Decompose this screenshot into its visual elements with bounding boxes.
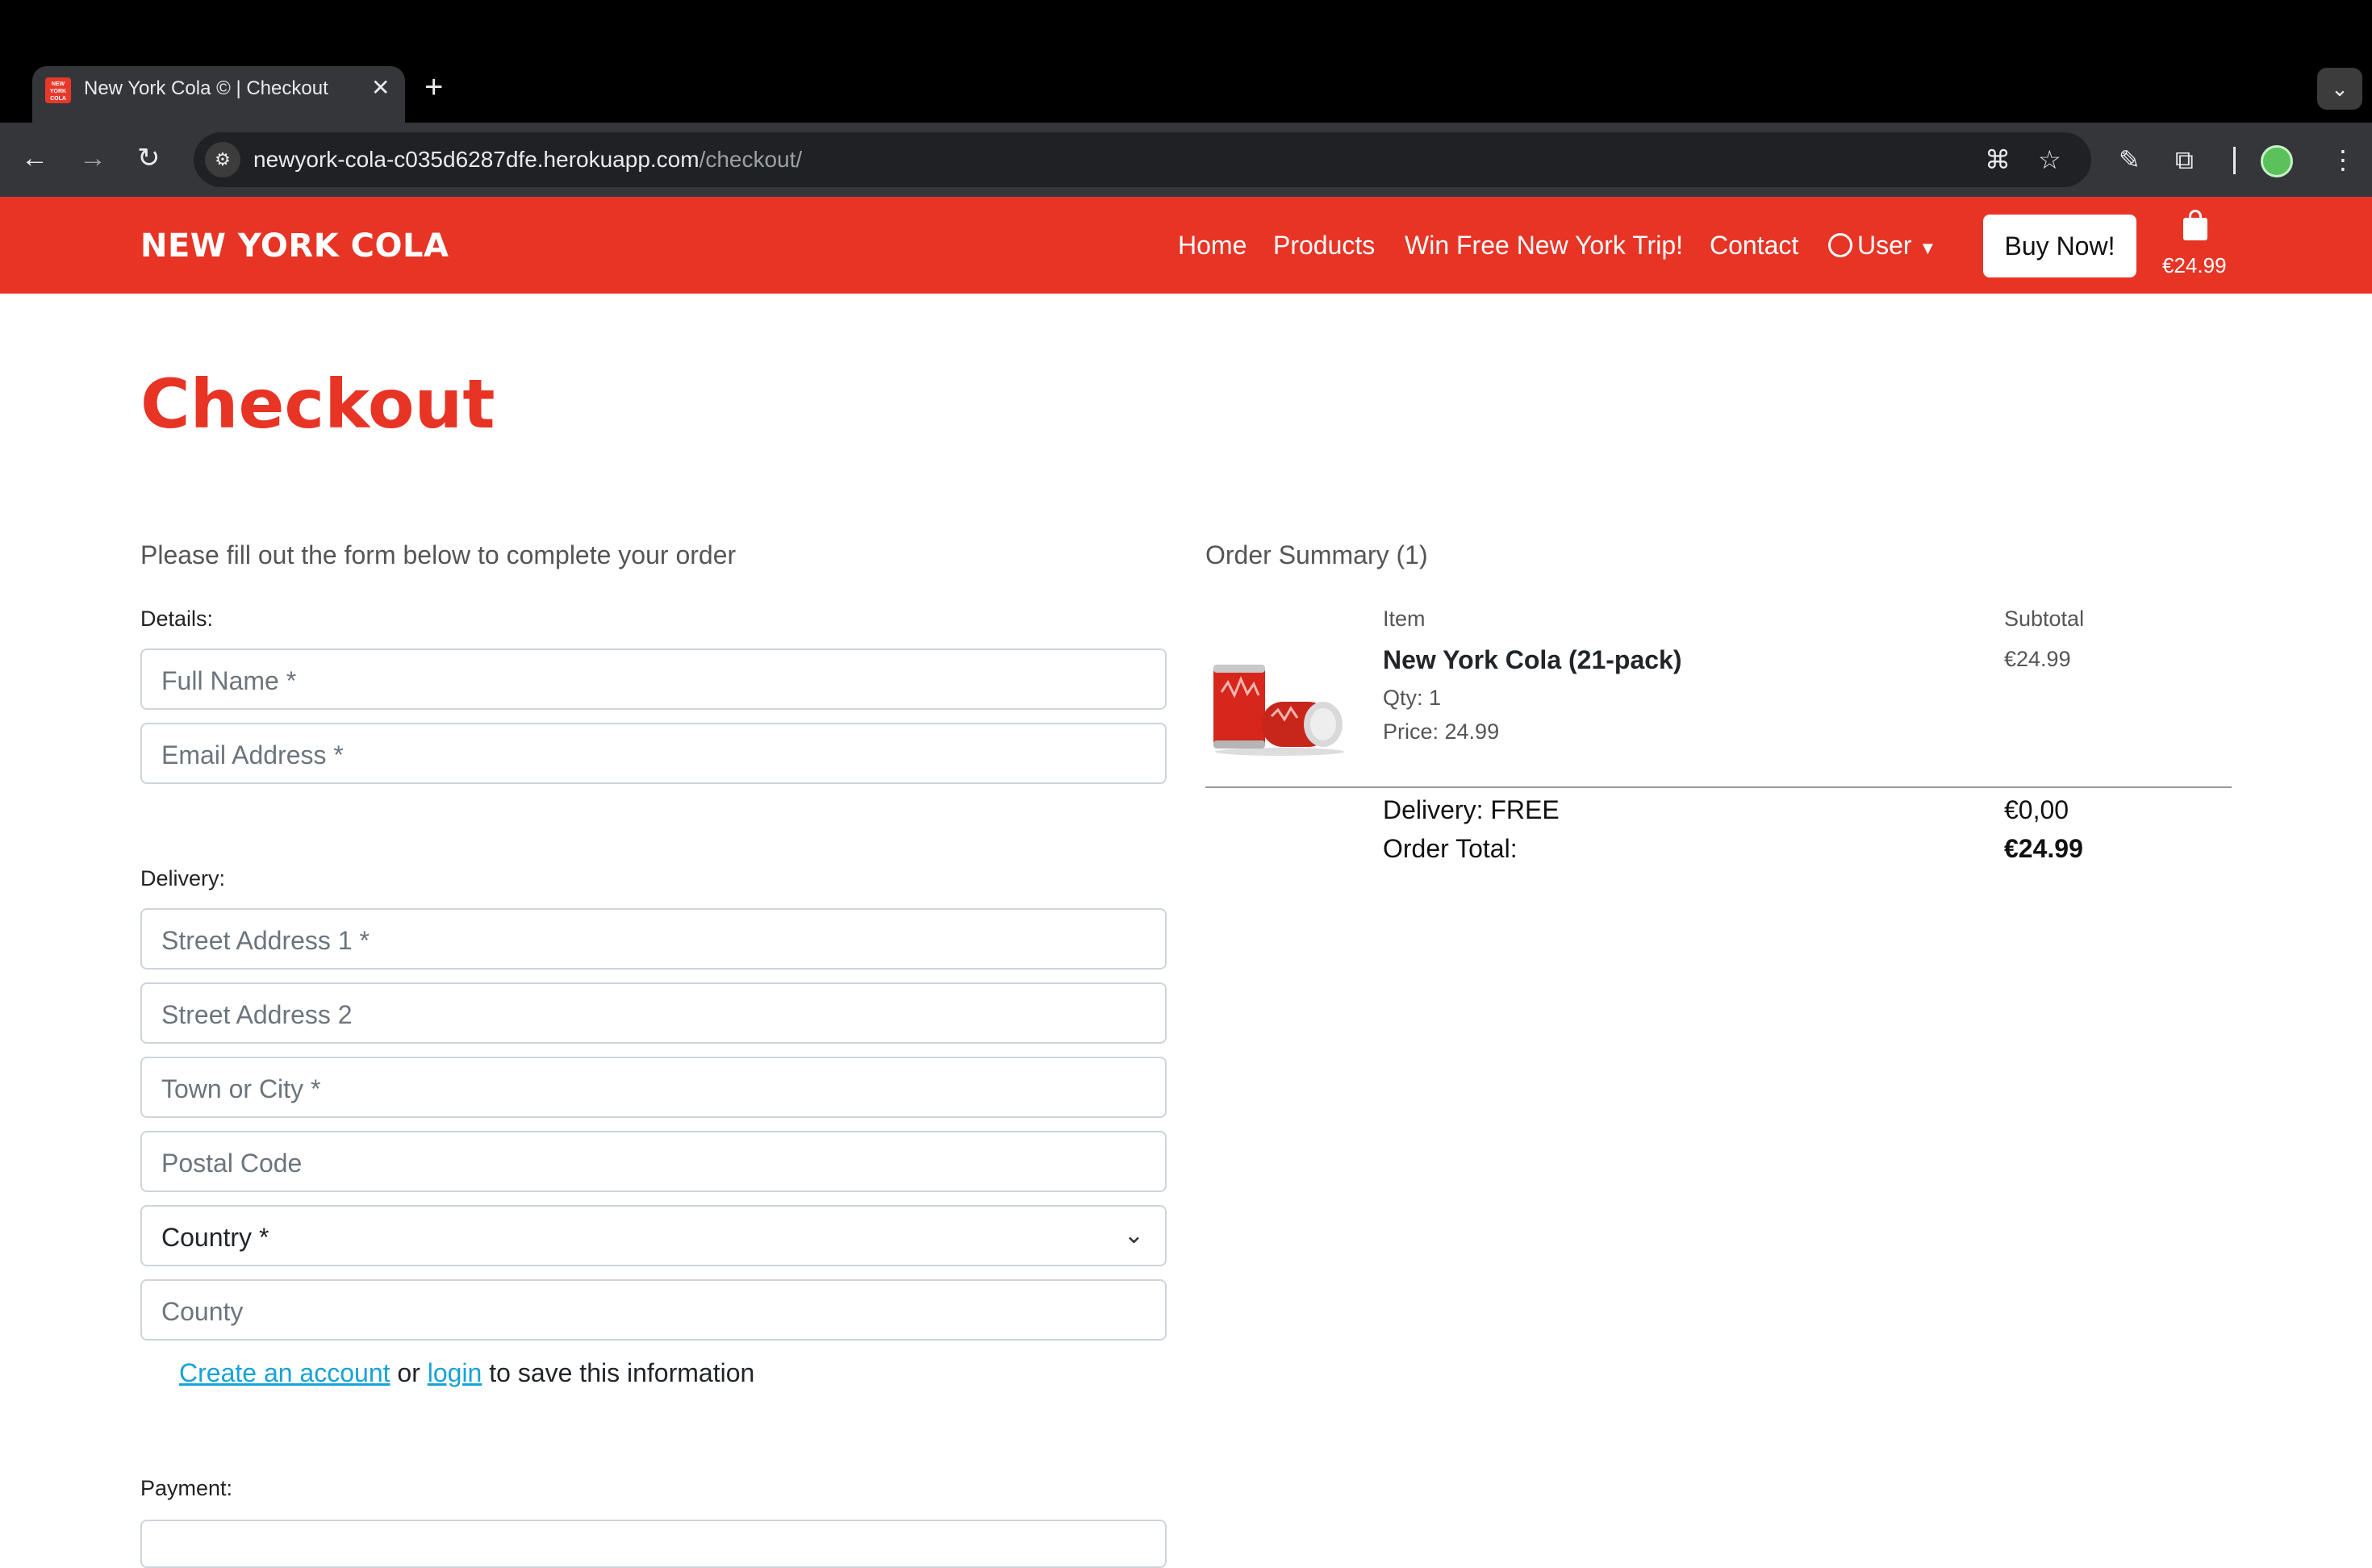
caret-down-icon: ▼: [1919, 238, 1937, 258]
street-address-2-field[interactable]: Street Address 2: [140, 982, 1167, 1044]
county-placeholder: County: [161, 1297, 244, 1326]
delivery-label: Delivery:: [140, 866, 226, 890]
product-subtotal: €24.99: [2004, 647, 2071, 671]
extensions-puzzle-icon[interactable]: ⧉: [2175, 144, 2194, 176]
product-image: [1213, 665, 1344, 756]
translate-icon[interactable]: ⌘: [1985, 145, 2011, 174]
subtotal-column-header: Subtotal: [2004, 607, 2085, 631]
browser-toolbar: ← → ↻ ⚙ newyork-cola-c035d6287dfe.heroku…: [0, 123, 2372, 197]
buy-now-button[interactable]: Buy Now!: [1983, 215, 2136, 277]
summary-divider: [1205, 786, 2232, 788]
favicon-icon: NEW YORK COLA: [45, 77, 71, 103]
cart-total[interactable]: €24.99: [2162, 253, 2227, 278]
country-select[interactable]: Country * ⌄: [140, 1205, 1167, 1266]
reload-icon[interactable]: ↻: [137, 142, 161, 174]
or-text: or: [397, 1358, 420, 1387]
street-address-1-placeholder: Street Address 1 *: [161, 926, 370, 955]
user-dropdown[interactable]: User ▼: [1828, 231, 1936, 261]
email-placeholder: Email Address *: [161, 740, 344, 769]
browser-tab-bar: NEW YORK COLA New York Cola © | Checkout ✕…: [0, 0, 2372, 123]
user-circle-icon: [1828, 233, 1852, 257]
full-name-field[interactable]: Full Name *: [140, 648, 1167, 710]
product-name: New York Cola (21-pack): [1383, 645, 1682, 674]
shopping-bag-icon[interactable]: [2183, 210, 2207, 240]
back-icon[interactable]: ←: [21, 142, 48, 174]
save-info-text: Create an account or login to save this …: [179, 1358, 754, 1388]
order-total-value: €24.99: [2004, 834, 2083, 863]
brand-logo[interactable]: NEW YORK COLA: [140, 227, 449, 265]
postal-code-placeholder: Postal Code: [161, 1149, 303, 1178]
tab-close-icon[interactable]: ✕: [371, 74, 390, 101]
create-account-link[interactable]: Create an account: [179, 1358, 390, 1387]
town-city-placeholder: Town or City *: [161, 1074, 321, 1103]
email-field[interactable]: Email Address *: [140, 723, 1167, 784]
county-field[interactable]: County: [140, 1279, 1167, 1341]
delivery-label: Delivery: FREE: [1383, 795, 1560, 824]
site-navbar: NEW YORK COLA Home Products Win Free New…: [0, 197, 2372, 294]
item-column-header: Item: [1383, 607, 1426, 631]
new-tab-icon[interactable]: +: [424, 71, 443, 103]
payment-label: Payment:: [140, 1476, 233, 1500]
login-link[interactable]: login: [428, 1358, 482, 1387]
town-city-field[interactable]: Town or City *: [140, 1057, 1167, 1118]
details-label: Details:: [140, 607, 214, 631]
form-intro: Please fill out the form below to comple…: [140, 540, 737, 569]
product-price: Price: 24.99: [1383, 719, 1500, 744]
nav-link-products[interactable]: Products: [1273, 231, 1375, 261]
postal-code-field[interactable]: Postal Code: [140, 1131, 1167, 1192]
forward-icon[interactable]: →: [79, 142, 106, 174]
browser-tab-active[interactable]: NEW YORK COLA New York Cola © | Checkout ✕: [32, 66, 405, 123]
product-qty: Qty: 1: [1383, 686, 1442, 710]
street-address-2-placeholder: Street Address 2: [161, 1000, 353, 1029]
tab-title: New York Cola © | Checkout: [84, 77, 328, 99]
order-summary-title: Order Summary (1): [1205, 540, 1428, 569]
browser-menu-icon[interactable]: ⋮: [2330, 144, 2356, 176]
profile-avatar[interactable]: [2261, 145, 2293, 177]
url-text[interactable]: newyork-cola-c035d6287dfe.herokuapp.com/…: [253, 147, 802, 173]
bookmark-star-icon[interactable]: ☆: [2038, 145, 2061, 174]
nav-link-contact[interactable]: Contact: [1710, 231, 1798, 261]
page-title: Checkout: [140, 365, 495, 444]
street-address-1-field[interactable]: Street Address 1 *: [140, 908, 1167, 970]
delivery-value: €0,00: [2004, 795, 2069, 824]
order-total-label: Order Total:: [1383, 834, 1518, 863]
nav-link-home[interactable]: Home: [1178, 231, 1247, 261]
save-suffix-text: to save this information: [489, 1358, 755, 1387]
tab-search-icon[interactable]: ⌄: [2317, 68, 2362, 110]
card-element-field[interactable]: [140, 1520, 1167, 1568]
site-info-icon[interactable]: ⚙: [205, 142, 240, 177]
country-selected-value: Country *: [161, 1223, 269, 1252]
address-bar[interactable]: ⚙ newyork-cola-c035d6287dfe.herokuapp.co…: [194, 132, 2091, 187]
full-name-placeholder: Full Name *: [161, 666, 297, 695]
nav-link-win-trip[interactable]: Win Free New York Trip!: [1405, 231, 1683, 261]
toolbar-divider: [2233, 147, 2236, 174]
pen-extension-icon[interactable]: ✎: [2119, 144, 2140, 176]
chevron-down-icon: ⌄: [1123, 1222, 1144, 1249]
